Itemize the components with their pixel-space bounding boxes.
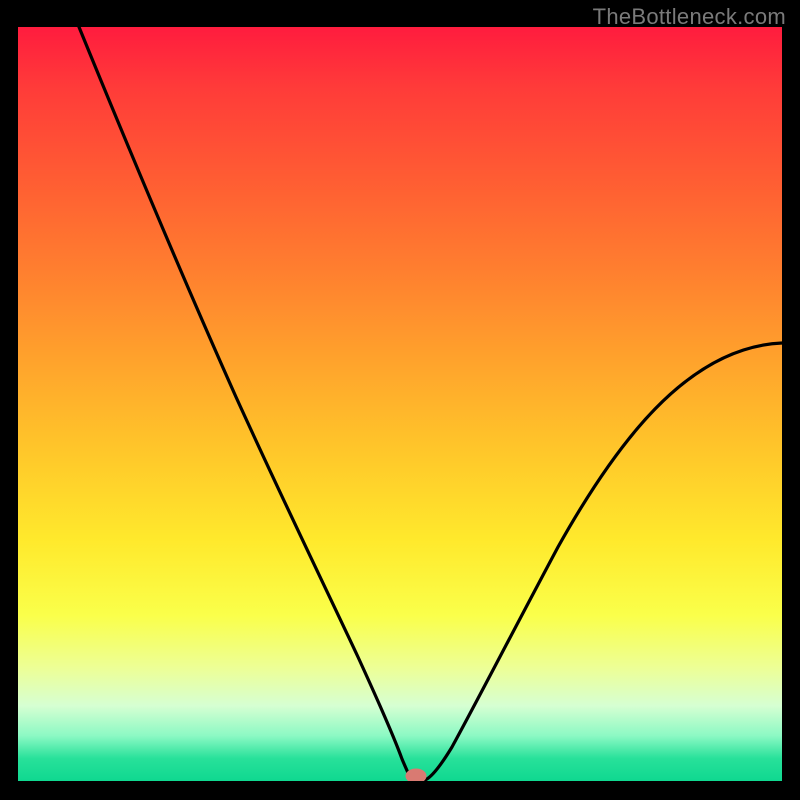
optimal-point-marker <box>406 769 426 781</box>
curve-layer <box>18 27 782 781</box>
plot-area <box>18 27 782 781</box>
chart-frame: TheBottleneck.com <box>0 0 800 800</box>
watermark-text: TheBottleneck.com <box>593 4 786 30</box>
bottleneck-curve <box>79 27 782 780</box>
